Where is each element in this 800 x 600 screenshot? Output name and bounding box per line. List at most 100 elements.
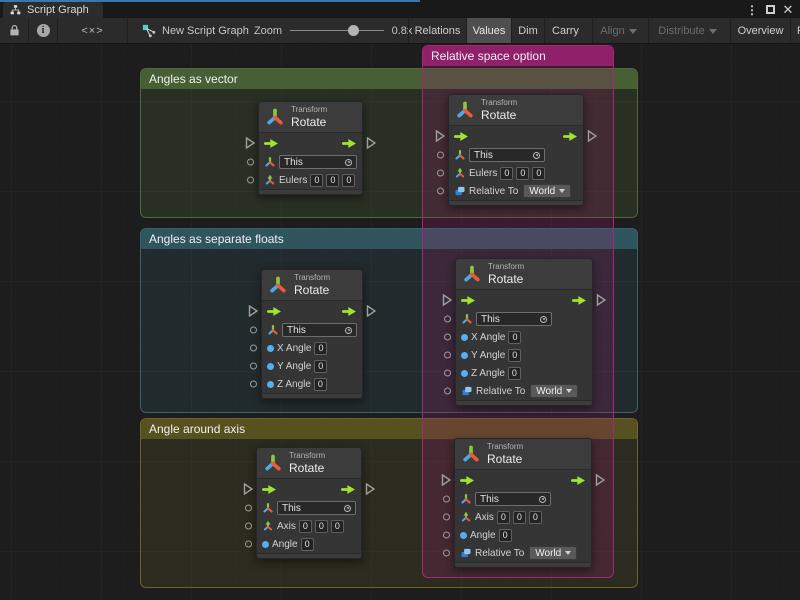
zoom-slider-track[interactable] [290, 30, 384, 31]
toolbar-button-carry[interactable]: Carry [544, 18, 586, 43]
info-button[interactable]: i [29, 18, 58, 43]
number-field[interactable]: 0 [508, 331, 521, 344]
number-field-y[interactable]: 0 [326, 174, 339, 187]
group-header[interactable]: Relative space option [423, 46, 613, 66]
maximize-icon[interactable] [762, 2, 778, 17]
menu-icon[interactable]: ⋮ [744, 2, 760, 17]
value-input-port[interactable] [444, 352, 451, 359]
zoom-slider[interactable] [290, 18, 384, 43]
this-field[interactable]: This [282, 323, 357, 337]
node-transform-rotate-xyz-relative[interactable]: Transform Rotate This [455, 258, 593, 406]
node-header[interactable]: Transform Rotate [262, 270, 362, 301]
value-input-port[interactable] [444, 316, 451, 323]
value-input-port[interactable] [443, 496, 450, 503]
value-input-port[interactable] [250, 363, 257, 370]
value-input-port[interactable] [444, 388, 451, 395]
value-input-port[interactable] [437, 170, 444, 177]
number-field-z[interactable]: 0 [532, 167, 545, 180]
number-field-y[interactable]: 0 [315, 520, 328, 533]
value-input-port[interactable] [443, 550, 450, 557]
number-field[interactable]: 0 [508, 349, 521, 362]
flow-input-port[interactable] [245, 137, 255, 149]
node-transform-rotate-axis-relative[interactable]: Transform Rotate This [454, 438, 592, 568]
number-field[interactable]: 0 [314, 360, 327, 373]
flow-output-port[interactable] [365, 483, 375, 495]
zoom-slider-handle[interactable] [348, 25, 359, 36]
value-input-port[interactable] [437, 152, 444, 159]
flow-output-port[interactable] [596, 294, 606, 306]
flow-output-port[interactable] [366, 305, 376, 317]
number-field[interactable]: 0 [301, 538, 314, 551]
relative-to-dropdown[interactable]: World [530, 384, 578, 398]
graph-breadcrumb[interactable]: New Script Graph [138, 18, 253, 43]
toolbar-button-overview[interactable]: Overview [730, 18, 790, 43]
value-input-port[interactable] [247, 159, 254, 166]
value-input-port[interactable] [250, 327, 257, 334]
object-picker-icon[interactable] [533, 152, 540, 159]
object-picker-icon[interactable] [345, 327, 352, 334]
object-picker-icon[interactable] [539, 496, 546, 503]
relative-to-dropdown[interactable]: World [523, 184, 571, 198]
node-header[interactable]: Transform Rotate [449, 95, 583, 126]
value-input-port[interactable] [245, 523, 252, 530]
number-field[interactable]: 0 [499, 529, 512, 542]
value-input-port[interactable] [437, 188, 444, 195]
number-field-y[interactable]: 0 [513, 511, 526, 524]
tab-script-graph[interactable]: Script Graph [3, 2, 103, 18]
code-toggle-button[interactable]: <×> [58, 18, 128, 43]
this-field[interactable]: This [279, 155, 357, 169]
number-field-x[interactable]: 0 [500, 167, 513, 180]
number-field[interactable]: 0 [508, 367, 521, 380]
flow-output-port[interactable] [595, 474, 605, 486]
lock-button[interactable] [0, 18, 29, 43]
value-input-port[interactable] [247, 177, 254, 184]
toolbar-button-distribute[interactable]: Distribute [648, 18, 726, 43]
node-header[interactable]: Transform Rotate [259, 102, 362, 133]
node-transform-rotate-axis[interactable]: Transform Rotate This [256, 447, 362, 559]
value-input-port[interactable] [250, 345, 257, 352]
object-picker-icon[interactable] [344, 505, 351, 512]
flow-input-port[interactable] [435, 130, 445, 142]
flow-output-port[interactable] [587, 130, 597, 142]
node-transform-rotate-xyz[interactable]: Transform Rotate This [261, 269, 363, 399]
node-header[interactable]: Transform Rotate [455, 439, 591, 470]
toolbar-button-values[interactable]: Values [466, 18, 511, 43]
node-transform-rotate-eulers[interactable]: Transform Rotate This [258, 101, 363, 195]
number-field-x[interactable]: 0 [497, 511, 510, 524]
number-field-x[interactable]: 0 [310, 174, 323, 187]
value-input-port[interactable] [443, 514, 450, 521]
this-field[interactable]: This [277, 501, 356, 515]
relative-to-dropdown[interactable]: World [529, 546, 577, 560]
object-picker-icon[interactable] [540, 316, 547, 323]
number-field[interactable]: 0 [314, 378, 327, 391]
this-field[interactable]: This [469, 148, 545, 162]
number-field-x[interactable]: 0 [299, 520, 312, 533]
value-input-port[interactable] [443, 532, 450, 539]
value-input-port[interactable] [250, 381, 257, 388]
number-field-y[interactable]: 0 [516, 167, 529, 180]
toolbar-button-align[interactable]: Align [592, 18, 644, 43]
close-icon[interactable]: ✕ [780, 2, 796, 17]
toolbar-button-dim[interactable]: Dim [511, 18, 544, 43]
object-picker-icon[interactable] [345, 159, 352, 166]
this-field[interactable]: This [476, 312, 552, 326]
node-header[interactable]: Transform Rotate [456, 259, 592, 290]
toolbar-button-relations[interactable]: Relations [408, 18, 466, 43]
node-header[interactable]: Transform Rotate [257, 448, 361, 479]
value-input-port[interactable] [245, 541, 252, 548]
flow-input-port[interactable] [248, 305, 258, 317]
value-input-port[interactable] [444, 370, 451, 377]
value-input-port[interactable] [245, 505, 252, 512]
number-field-z[interactable]: 0 [331, 520, 344, 533]
toolbar-button-fullscreen[interactable]: Full S [790, 18, 800, 43]
number-field-z[interactable]: 0 [529, 511, 542, 524]
flow-input-port[interactable] [243, 483, 253, 495]
number-field[interactable]: 0 [314, 342, 327, 355]
number-field-z[interactable]: 0 [342, 174, 355, 187]
value-input-port[interactable] [444, 334, 451, 341]
flow-input-port[interactable] [442, 294, 452, 306]
flow-input-port[interactable] [441, 474, 451, 486]
node-transform-rotate-eulers-relative[interactable]: Transform Rotate This [448, 94, 584, 206]
this-field[interactable]: This [475, 492, 551, 506]
graph-canvas[interactable]: Angles as vector Angles as separate floa… [0, 44, 800, 600]
